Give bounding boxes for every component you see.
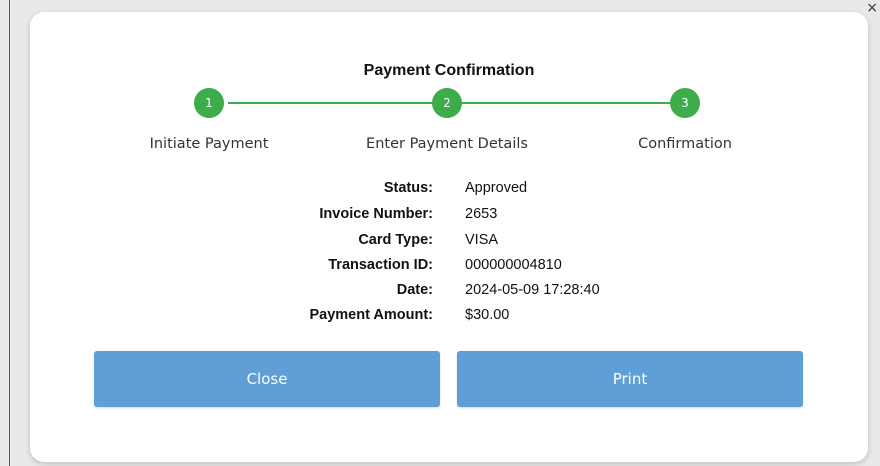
step-1-label: Initiate Payment <box>149 136 269 152</box>
detail-value: $30.00 <box>465 307 510 323</box>
detail-label: Invoice Number: <box>319 206 433 222</box>
detail-row-date: Date: 2024-05-09 17:28:40 <box>30 282 868 308</box>
payment-confirmation-dialog: Payment Confirmation 1 2 3 Initiate Paym… <box>30 12 868 462</box>
detail-row-status: Status: Approved <box>30 180 868 206</box>
detail-value: Approved <box>465 180 528 196</box>
detail-value: 000000004810 <box>465 257 562 273</box>
detail-label: Transaction ID: <box>328 257 433 273</box>
detail-label: Payment Amount: <box>309 307 433 323</box>
step-3-label: Confirmation <box>638 136 732 152</box>
print-button[interactable]: Print <box>457 351 803 407</box>
detail-label: Status: <box>383 180 433 196</box>
step-2-indicator: 2 <box>432 88 462 118</box>
dialog-title: Payment Confirmation <box>363 62 535 79</box>
detail-row-card-type: Card Type: VISA <box>30 232 868 258</box>
detail-value: 2024-05-09 17:28:40 <box>465 282 600 298</box>
detail-label: Card Type: <box>358 232 433 248</box>
detail-row-payment-amount: Payment Amount: $30.00 <box>30 307 868 333</box>
detail-label: Date: <box>396 282 433 298</box>
detail-row-invoice-number: Invoice Number: 2653 <box>30 206 868 232</box>
detail-row-transaction-id: Transaction ID: 000000004810 <box>30 257 868 283</box>
step-1-indicator: 1 <box>194 88 224 118</box>
detail-value: 2653 <box>465 206 498 222</box>
stepper-connector <box>228 102 448 104</box>
close-icon[interactable]: × <box>866 0 878 18</box>
step-2-label: Enter Payment Details <box>366 136 528 152</box>
step-3-indicator: 3 <box>670 88 700 118</box>
detail-value: VISA <box>465 232 499 248</box>
window-frame-edge <box>9 0 10 466</box>
stepper-connector <box>462 102 684 104</box>
close-button[interactable]: Close <box>94 351 440 407</box>
